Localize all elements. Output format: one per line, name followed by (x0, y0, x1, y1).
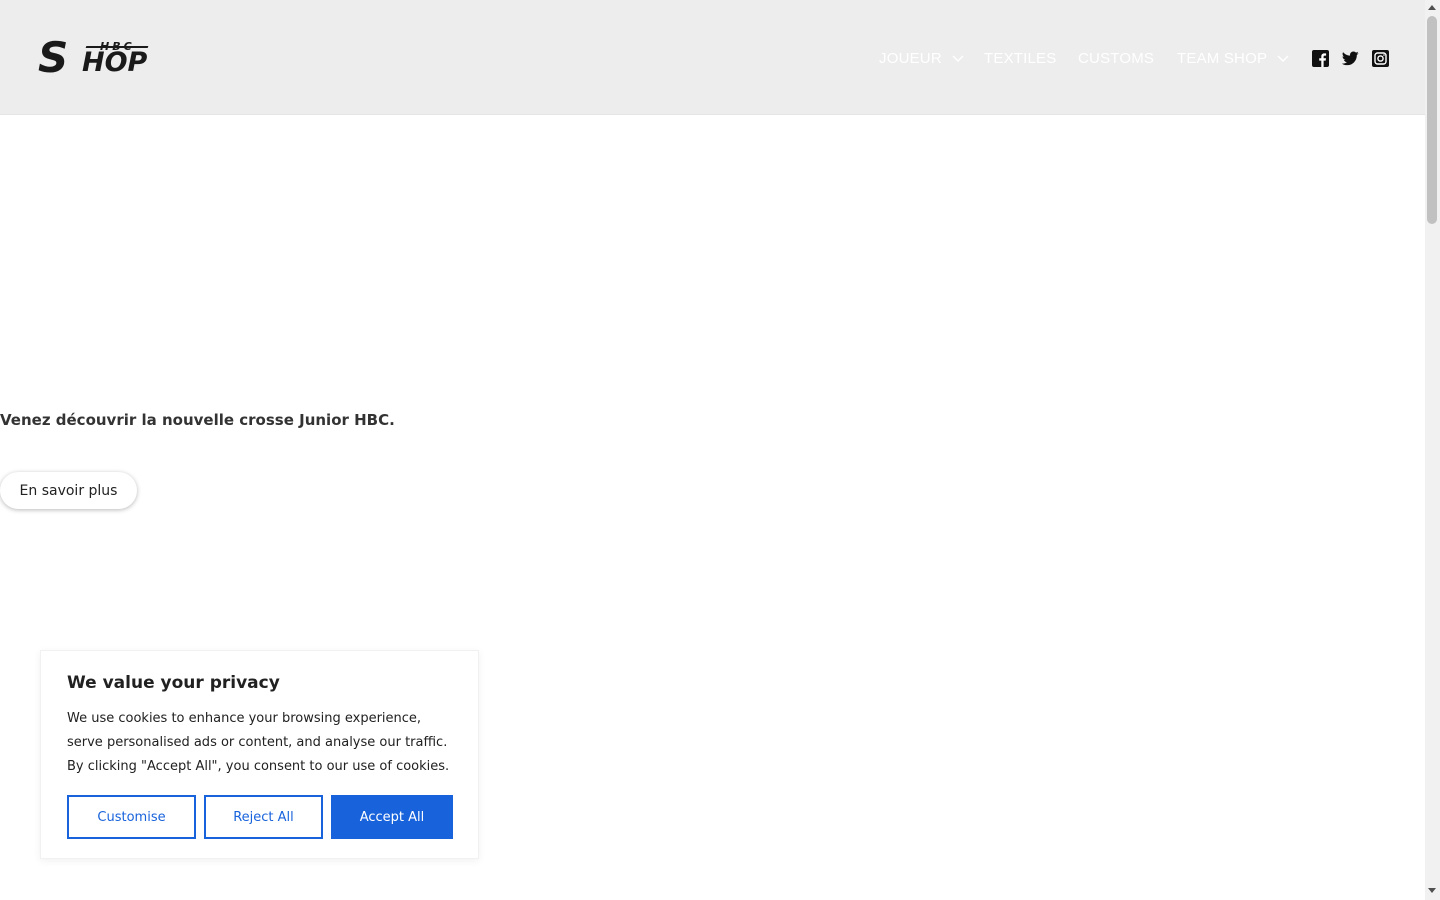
cookie-consent-banner: We value your privacy We use cookies to … (40, 650, 479, 859)
customise-button[interactable]: Customise (67, 795, 196, 839)
nav-item-label: JOUEUR (879, 49, 942, 67)
hero-text: Venez découvrir la nouvelle crosse Junio… (0, 411, 395, 429)
twitter-link[interactable] (1341, 50, 1359, 67)
site-header: HBC S HOP JOUEUR TEXTILES CUSTOMS TEAM S… (0, 0, 1425, 115)
scrollbar-thumb[interactable] (1427, 16, 1437, 224)
twitter-icon (1341, 51, 1359, 66)
nav-item-label: TEXTILES (984, 49, 1057, 67)
cookie-title: We value your privacy (67, 673, 280, 693)
page: HBC S HOP JOUEUR TEXTILES CUSTOMS TEAM S… (0, 0, 1440, 900)
facebook-link[interactable] (1312, 50, 1329, 67)
scroll-up-arrow-icon[interactable] (1428, 5, 1436, 10)
nav-item-label: TEAM SHOP (1177, 49, 1268, 67)
nav-item-team-shop[interactable]: TEAM SHOP (1177, 48, 1290, 68)
learn-more-button[interactable]: En savoir plus (0, 472, 137, 509)
reject-all-button[interactable]: Reject All (204, 795, 323, 839)
cookie-description: We use cookies to enhance your browsing … (67, 711, 450, 774)
chevron-down-icon (1277, 55, 1289, 62)
accept-all-button[interactable]: Accept All (331, 795, 453, 839)
main-nav: JOUEUR TEXTILES CUSTOMS TEAM SHOP (0, 48, 1425, 68)
nav-item-textiles[interactable]: TEXTILES (984, 48, 1056, 68)
vertical-scrollbar[interactable] (1425, 0, 1440, 900)
instagram-link[interactable] (1372, 50, 1389, 67)
facebook-icon (1312, 50, 1329, 67)
instagram-icon (1372, 50, 1389, 67)
nav-item-label: CUSTOMS (1078, 49, 1155, 67)
nav-item-joueur[interactable]: JOUEUR (879, 48, 965, 68)
nav-item-customs[interactable]: CUSTOMS (1078, 48, 1154, 68)
scroll-down-arrow-icon[interactable] (1428, 888, 1436, 893)
chevron-down-icon (952, 55, 964, 62)
